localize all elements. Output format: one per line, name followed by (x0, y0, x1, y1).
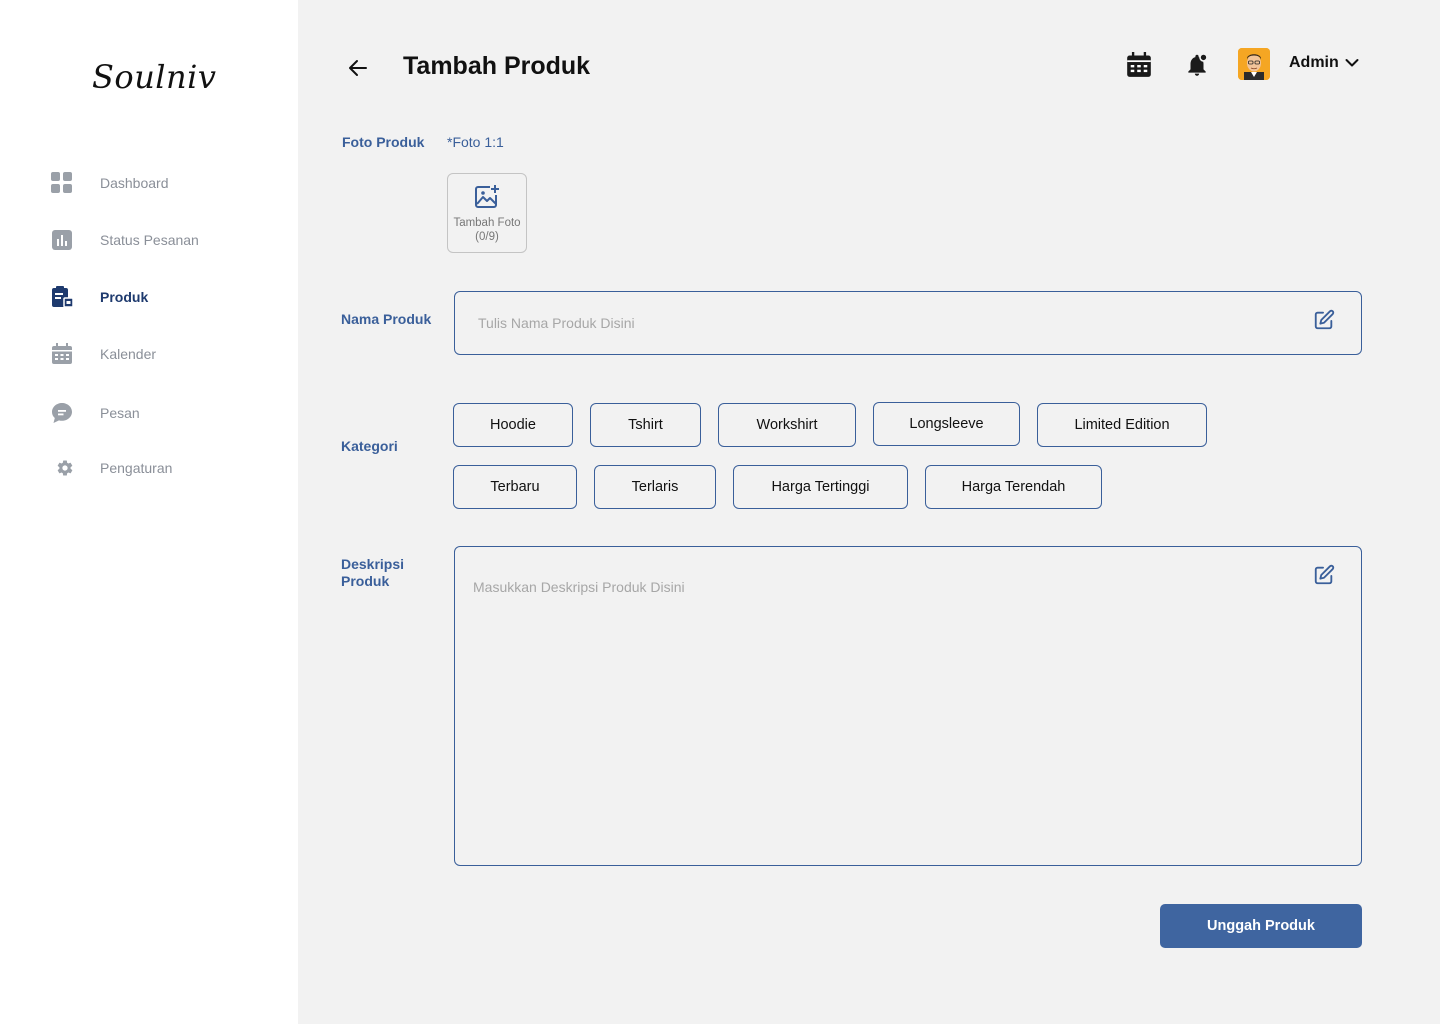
sidebar: Soulniv Dashboard Status Pesanan Produk … (0, 0, 298, 1024)
gear-icon (50, 456, 74, 480)
sidebar-item-label: Status Pesanan (100, 232, 199, 248)
user-menu[interactable]: Admin (1289, 54, 1359, 72)
sidebar-item-pesan[interactable]: Pesan (50, 398, 140, 428)
arrow-left-icon (349, 60, 367, 76)
category-chip-harga-terendah[interactable]: Harga Terendah (925, 465, 1102, 509)
app-logo: Soulniv (92, 58, 217, 96)
notification-button[interactable] (1184, 52, 1210, 78)
calendar-icon (1127, 52, 1151, 77)
add-image-icon (475, 185, 499, 208)
category-chip-workshirt[interactable]: Workshirt (718, 403, 856, 447)
sidebar-item-produk[interactable]: Produk (50, 282, 148, 312)
sidebar-item-label: Produk (100, 289, 149, 305)
dashboard-grid-icon (50, 171, 74, 195)
add-photo-label: Tambah Foto (0/9) (453, 217, 521, 243)
description-field-wrapper (454, 546, 1362, 866)
category-chip-hoodie[interactable]: Hoodie (453, 403, 573, 447)
category-label: Kategori (341, 438, 398, 454)
category-chip-limited-edition[interactable]: Limited Edition (1037, 403, 1207, 447)
sidebar-item-status-pesanan[interactable]: Status Pesanan (50, 225, 199, 255)
sidebar-item-label: Pengaturan (100, 460, 173, 476)
bell-icon (1188, 53, 1208, 76)
edit-icon[interactable] (1313, 564, 1335, 586)
description-textarea[interactable] (473, 579, 1293, 849)
sidebar-item-label: Dashboard (100, 175, 169, 191)
avatar[interactable] (1238, 48, 1270, 80)
product-name-input[interactable] (478, 313, 1278, 333)
calendar-button[interactable] (1126, 52, 1152, 78)
chat-bubble-icon (50, 401, 74, 425)
photo-label: Foto Produk (342, 134, 425, 150)
category-chip-terbaru[interactable]: Terbaru (453, 465, 577, 509)
sidebar-item-label: Kalender (100, 346, 157, 362)
sidebar-item-kalender[interactable]: Kalender (50, 339, 156, 369)
chevron-down-icon (1345, 59, 1359, 67)
user-name: Admin (1289, 54, 1339, 71)
sidebar-item-dashboard[interactable]: Dashboard (50, 168, 169, 198)
product-name-field-wrapper (454, 291, 1362, 355)
description-label: Deskripsi Produk (341, 556, 405, 589)
photo-hint: *Foto 1:1 (447, 134, 504, 150)
category-chip-harga-tertinggi[interactable]: Harga Tertinggi (733, 465, 908, 509)
user-avatar-icon (1238, 48, 1270, 80)
page-title: Tambah Produk (403, 52, 591, 80)
category-chip-tshirt[interactable]: Tshirt (590, 403, 701, 447)
clipboard-product-icon (50, 285, 74, 309)
category-chip-terlaris[interactable]: Terlaris (594, 465, 716, 509)
upload-product-button[interactable]: Unggah Produk (1160, 904, 1362, 948)
edit-icon[interactable] (1313, 309, 1335, 331)
bar-chart-icon (50, 228, 74, 252)
main-content: Tambah Produk Admin Foto Produk *Foto 1:… (298, 0, 1440, 1024)
sidebar-item-pengaturan[interactable]: Pengaturan (50, 453, 172, 483)
back-button[interactable] (346, 56, 370, 80)
sidebar-item-label: Pesan (100, 405, 140, 421)
category-chip-longsleeve[interactable]: Longsleeve (873, 402, 1020, 446)
add-photo-button[interactable]: Tambah Foto (0/9) (447, 173, 527, 253)
calendar-icon (50, 342, 74, 366)
name-label: Nama Produk (341, 311, 432, 327)
